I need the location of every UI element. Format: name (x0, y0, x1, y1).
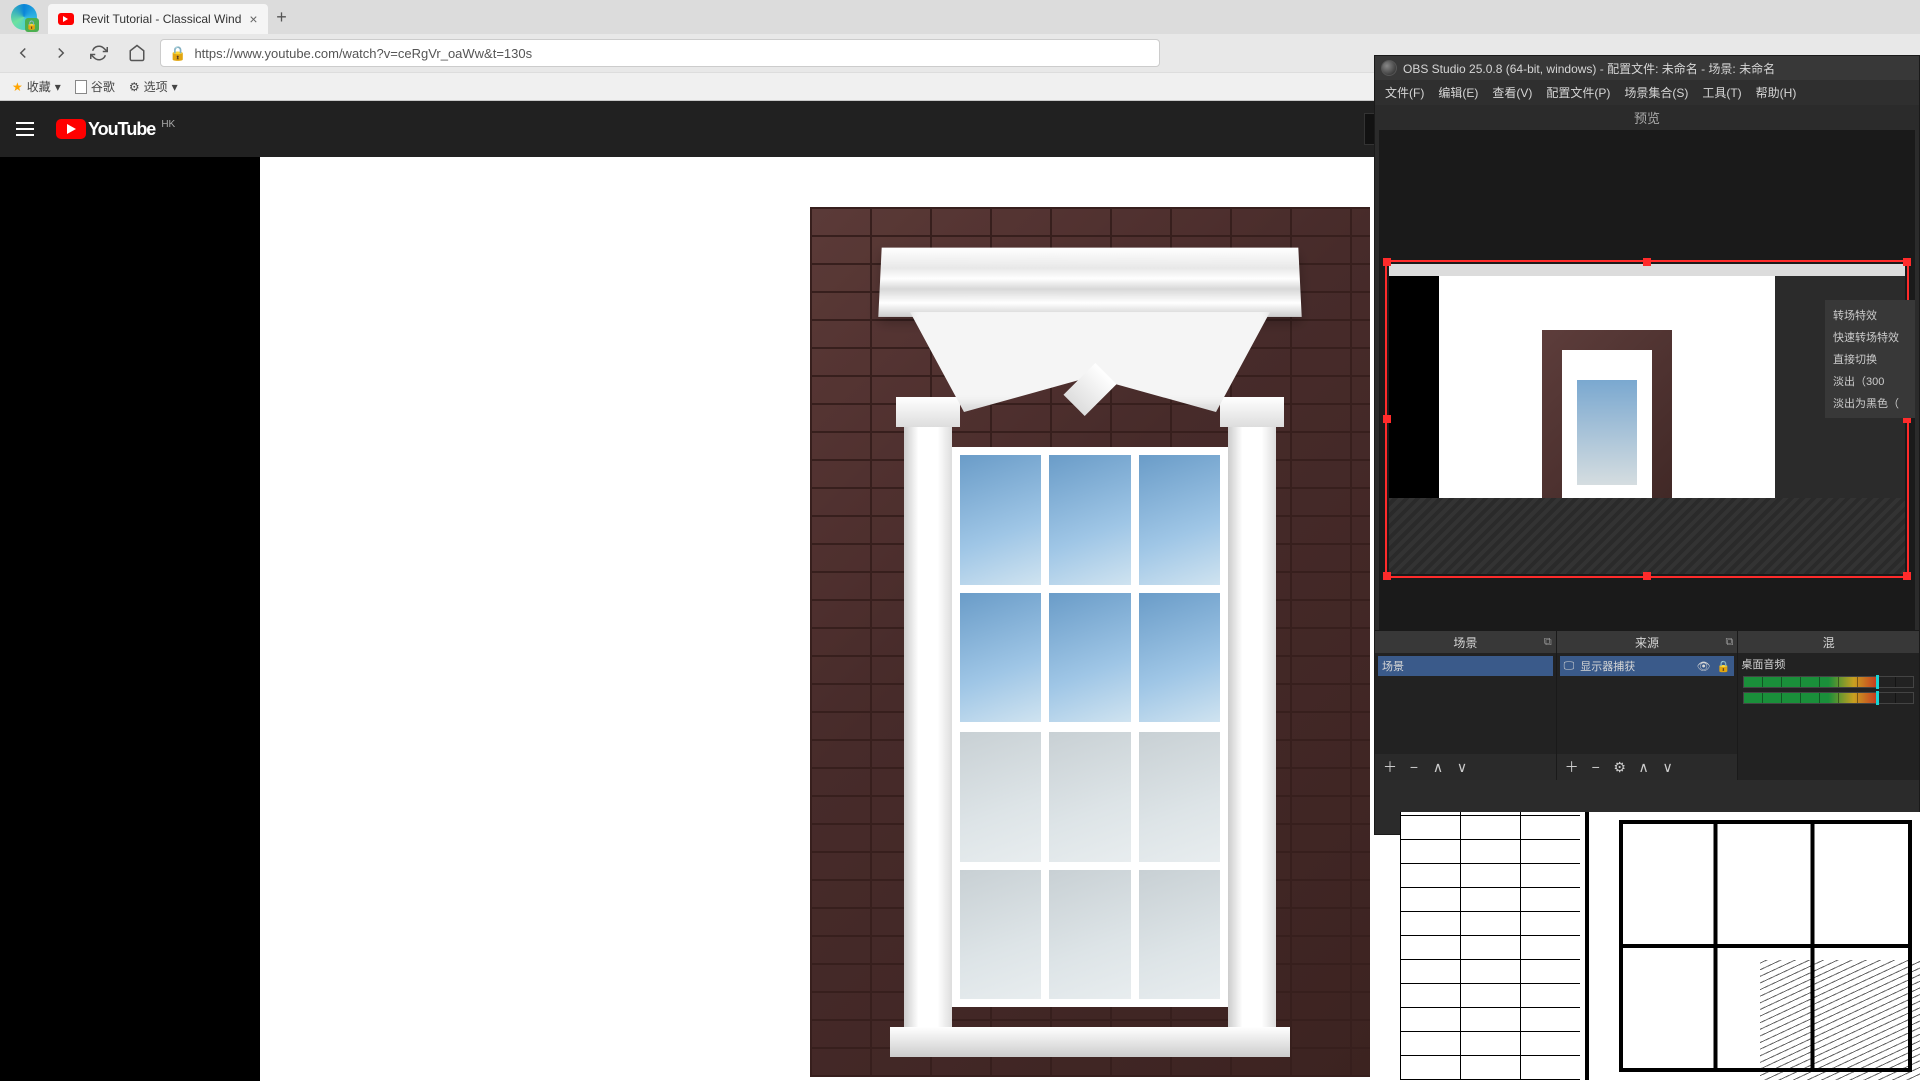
menu-scene-collection[interactable]: 场景集合(S) (1624, 84, 1688, 101)
cad-wireframe (1400, 812, 1920, 1080)
transitions-heading: 转场特效 (1825, 304, 1915, 326)
obs-logo-icon (1381, 60, 1397, 76)
remove-button[interactable]: − (1405, 758, 1423, 776)
gear-icon: ⚙ (129, 80, 140, 94)
move-down-button[interactable]: ∨ (1453, 758, 1471, 776)
lock-icon: 🔒 (169, 45, 186, 62)
youtube-favicon-icon (58, 13, 74, 25)
lock-badge-icon: 🔒 (25, 18, 39, 32)
rendered-window-image (810, 207, 1370, 1077)
transitions-panel: 转场特效 快速转场特效 直接切换 淡出（300 淡出为黑色（ (1825, 300, 1915, 418)
audio-meter (1743, 692, 1914, 704)
sources-title: 来源 (1635, 634, 1659, 651)
mixer-title: 混 (1823, 634, 1835, 651)
obs-menubar: 文件(F) 编辑(E) 查看(V) 配置文件(P) 场景集合(S) 工具(T) … (1375, 80, 1919, 105)
audio-meter (1743, 676, 1914, 688)
scenes-dock: 场景 ⧉ 场景 ＋ − ∧ ∨ (1375, 631, 1557, 780)
menu-view[interactable]: 查看(V) (1492, 84, 1532, 101)
obs-preview[interactable]: 转场特效 快速转场特效 直接切换 淡出（300 淡出为黑色（ (1379, 130, 1915, 630)
transition-cut[interactable]: 直接切换 (1825, 348, 1915, 370)
youtube-logo-text: YouTube (88, 119, 155, 140)
source-item[interactable]: 🖵 显示器捕获 👁 🔒 (1560, 656, 1735, 676)
audio-channel-label: 桌面音频 (1741, 656, 1916, 672)
tab-title: Revit Tutorial - Classical Wind (82, 12, 241, 26)
star-icon: ★ (12, 80, 23, 94)
youtube-logo[interactable]: YouTube HK (56, 119, 175, 140)
menu-tools[interactable]: 工具(T) (1702, 84, 1741, 101)
tab-strip: 🔒 Revit Tutorial - Classical Wind × + (0, 0, 1920, 34)
youtube-logo-icon (56, 119, 86, 139)
browser-logo: 🔒 (0, 0, 48, 34)
video-letterbox (0, 157, 260, 1081)
transition-quick[interactable]: 快速转场特效 (1825, 326, 1915, 348)
settings-button[interactable]: ⚙ (1611, 758, 1629, 776)
address-bar[interactable]: 🔒 https://www.youtube.com/watch?v=ceRgVr… (160, 39, 1160, 67)
new-tab-button[interactable]: + (268, 3, 296, 31)
sources-dock: 来源 ⧉ 🖵 显示器捕获 👁 🔒 ＋ − ⚙ ∧ ∨ (1557, 631, 1739, 780)
add-button[interactable]: ＋ (1381, 758, 1399, 776)
menu-help[interactable]: 帮助(H) (1756, 84, 1797, 101)
move-up-button[interactable]: ∧ (1635, 758, 1653, 776)
visibility-icon[interactable]: 👁 (1697, 660, 1711, 673)
youtube-region: HK (161, 119, 175, 130)
obs-title-text: OBS Studio 25.0.8 (64-bit, windows) - 配置… (1403, 60, 1775, 77)
scenes-title: 场景 (1453, 634, 1477, 651)
bookmark-options[interactable]: ⚙选项 ▾ (129, 78, 178, 95)
menu-file[interactable]: 文件(F) (1385, 84, 1424, 101)
obs-docks: 场景 ⧉ 场景 ＋ − ∧ ∨ 来源 ⧉ 🖵 显示器捕获 👁 🔒 (1375, 630, 1919, 780)
mixer-dock: 混 桌面音频 (1738, 631, 1919, 780)
page-icon (75, 80, 87, 94)
monitor-icon: 🖵 (1564, 660, 1575, 673)
url-text: https://www.youtube.com/watch?v=ceRgVr_o… (194, 46, 532, 61)
menu-profile[interactable]: 配置文件(P) (1546, 84, 1610, 101)
lock-icon[interactable]: 🔒 (1717, 660, 1731, 673)
transition-fade[interactable]: 淡出（300 (1825, 370, 1915, 392)
reload-button[interactable] (84, 38, 114, 68)
obs-window[interactable]: OBS Studio 25.0.8 (64-bit, windows) - 配置… (1374, 55, 1920, 835)
add-button[interactable]: ＋ (1563, 758, 1581, 776)
home-button[interactable] (122, 38, 152, 68)
popout-icon[interactable]: ⧉ (1725, 636, 1733, 649)
back-button[interactable] (8, 38, 38, 68)
menu-edit[interactable]: 编辑(E) (1438, 84, 1478, 101)
transition-fade-black[interactable]: 淡出为黑色（ (1825, 392, 1915, 414)
obs-titlebar[interactable]: OBS Studio 25.0.8 (64-bit, windows) - 配置… (1375, 56, 1919, 80)
browser-tab[interactable]: Revit Tutorial - Classical Wind × (48, 4, 268, 34)
move-up-button[interactable]: ∧ (1429, 758, 1447, 776)
bookmark-favorites[interactable]: ★收藏 ▾ (12, 78, 61, 95)
scene-item[interactable]: 场景 (1378, 656, 1553, 676)
preview-label: 预览 (1375, 105, 1919, 130)
bookmark-google[interactable]: 谷歌 (75, 78, 115, 95)
menu-button[interactable] (16, 117, 40, 141)
popout-icon[interactable]: ⧉ (1544, 636, 1552, 649)
tab-close-icon[interactable]: × (249, 11, 257, 27)
remove-button[interactable]: − (1587, 758, 1605, 776)
forward-button[interactable] (46, 38, 76, 68)
move-down-button[interactable]: ∨ (1659, 758, 1677, 776)
